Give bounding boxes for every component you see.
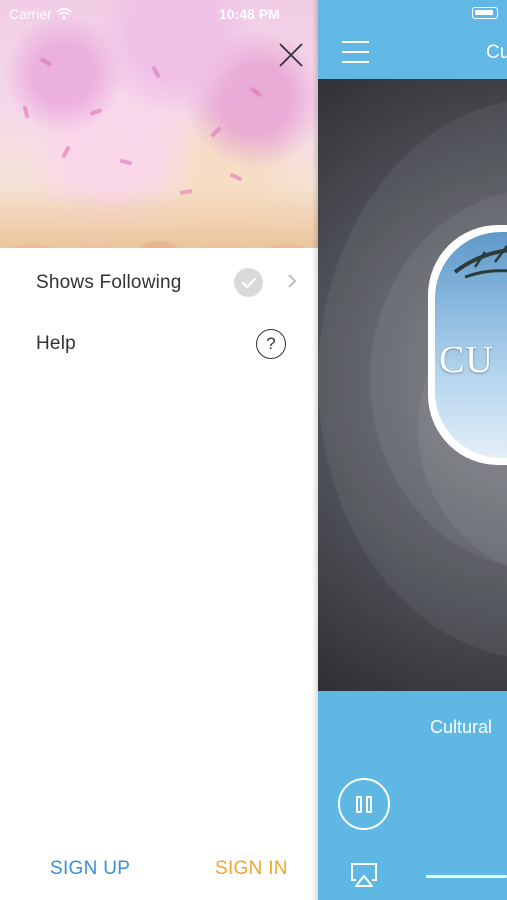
player-panel: Cu CU Cultural — [318, 0, 507, 900]
sign-in-button[interactable]: SIGN IN — [215, 858, 288, 880]
now-playing-bar: Cultural — [318, 691, 507, 900]
track-name: Cultural — [430, 717, 493, 737]
artwork-area: CU — [318, 79, 507, 691]
album-art-text: CU — [439, 339, 494, 381]
checkmark-circle-icon — [234, 268, 263, 297]
player-header: Cu — [318, 0, 507, 79]
menu-item-label: Help — [36, 333, 76, 354]
wifi-icon — [56, 8, 72, 20]
status-carrier: Carrier — [9, 6, 72, 22]
question-circle-icon: ? — [256, 329, 286, 359]
pause-icon-bar — [356, 795, 362, 813]
close-icon — [279, 43, 303, 67]
palm-leaves-icon — [453, 245, 507, 279]
volume-slider[interactable] — [426, 875, 507, 878]
player-title: Cu — [486, 42, 507, 63]
menu-item-shows-following[interactable]: Shows Following — [0, 254, 318, 312]
menu-item-help[interactable]: Help ? — [0, 315, 318, 373]
airplay-icon[interactable] — [348, 862, 380, 888]
hamburger-menu-button[interactable] — [342, 41, 369, 63]
pause-icon-bar — [366, 795, 372, 813]
menu-item-label: Shows Following — [36, 272, 182, 293]
side-drawer: Carrier 10:48 PM Shows Following Help ? — [0, 0, 318, 900]
pause-button[interactable] — [338, 778, 390, 830]
sign-up-button[interactable]: SIGN UP — [50, 858, 130, 880]
crowd-image — [0, 186, 318, 248]
chevron-right-icon — [288, 274, 297, 288]
status-time: 10:48 PM — [219, 6, 280, 22]
drawer-header-image: Carrier 10:48 PM — [0, 0, 318, 248]
carrier-label: Carrier — [9, 6, 52, 22]
battery-icon — [472, 7, 498, 19]
album-art: CU — [428, 225, 507, 465]
close-drawer-button[interactable] — [276, 40, 306, 70]
